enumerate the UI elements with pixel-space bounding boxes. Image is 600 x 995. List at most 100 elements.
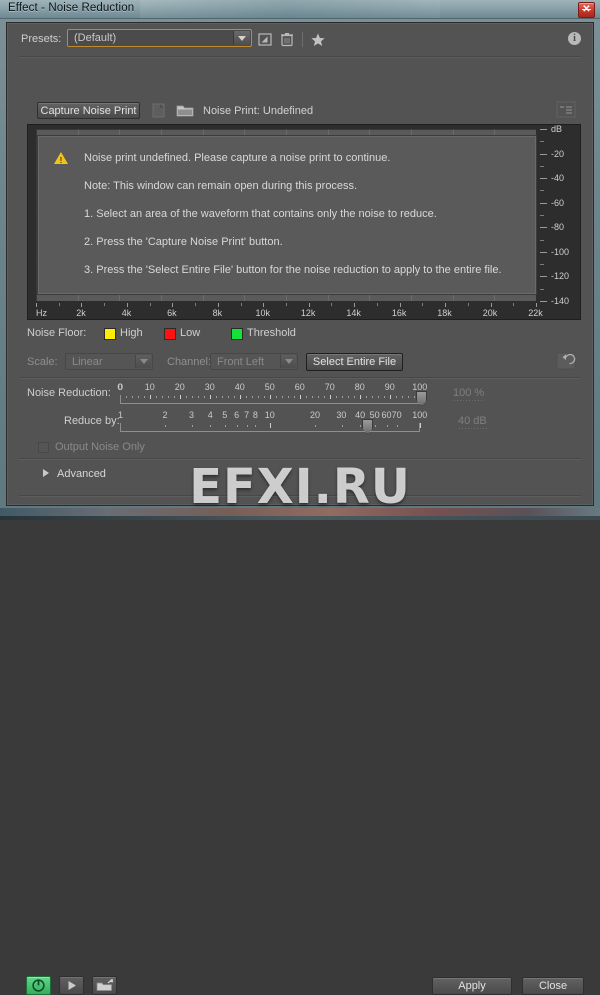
- presets-selected-value: (Default): [74, 32, 117, 44]
- noise-reduction-tick-label: 20: [174, 382, 185, 392]
- hz-tick-label: 12k: [300, 308, 316, 318]
- capture-noise-print-button[interactable]: Capture Noise Print: [37, 102, 140, 119]
- noise-reduction-tick-label: 30: [204, 382, 215, 392]
- save-noise-print-icon: [152, 103, 165, 118]
- message-line-3: 1. Select an area of the waveform that c…: [84, 208, 437, 220]
- channel-dropdown[interactable]: Front Left: [210, 353, 298, 370]
- noise-floor-swatch-high: [104, 328, 116, 340]
- scale-dropdown[interactable]: Linear: [65, 353, 153, 370]
- reduce-by-tick-label: 30: [336, 410, 347, 420]
- noise-reduction-tick-label: 100: [412, 382, 428, 392]
- hz-tick-label: 22k: [528, 308, 543, 318]
- select-entire-file-button[interactable]: Select Entire File: [306, 353, 403, 371]
- noise-reduction-label: Noise Reduction:: [27, 387, 111, 399]
- hz-tick: [354, 303, 356, 307]
- chevron-down-icon: [140, 359, 148, 364]
- db-tick: [540, 202, 547, 204]
- noise-reduction-value[interactable]: 100 %: [453, 387, 485, 401]
- hz-tick-label: Hz: [36, 308, 47, 318]
- hz-tick-label: 10k: [255, 308, 270, 318]
- hz-tick-label: 2k: [76, 308, 86, 318]
- reduce-by-tick-label: 70: [391, 410, 402, 420]
- window-close-button[interactable]: ✕: [578, 2, 595, 18]
- presets-row: Presets: (Default) i: [7, 23, 593, 56]
- preview-play-button[interactable]: [59, 976, 84, 995]
- db-tick: [540, 251, 547, 253]
- reduce-by-tick-label: 100: [412, 410, 428, 420]
- noise-reduction-value-underline: [454, 400, 484, 401]
- hz-tick: [399, 303, 401, 307]
- channel-selected-value: Front Left: [217, 356, 265, 368]
- reduce-by-track[interactable]: [120, 423, 420, 432]
- reduce-by-tick-label: 2: [162, 410, 168, 420]
- noise-floor-label-low: Low: [180, 327, 201, 339]
- favorite-star-button[interactable]: [310, 32, 326, 47]
- panel-menu-button[interactable]: [556, 101, 576, 118]
- db-tick: [540, 301, 547, 302]
- apply-button[interactable]: Apply: [432, 977, 512, 995]
- hz-tick-minor: [58, 303, 60, 306]
- reduce-by-tick-label: 6: [234, 410, 240, 420]
- export-button[interactable]: [92, 976, 117, 995]
- db-tick-label: -100: [551, 246, 570, 257]
- open-noise-print-button[interactable]: [175, 101, 195, 119]
- hz-tick: [172, 303, 174, 307]
- noise-reduction-tick-label: 80: [354, 382, 365, 392]
- panel-menu-icon: [556, 101, 576, 118]
- reduce-by-tick-label: 50: [369, 410, 380, 420]
- message-line-2: Note: This window can remain open during…: [84, 180, 358, 192]
- hz-tick-minor: [240, 303, 242, 306]
- close-button[interactable]: Close: [522, 977, 584, 995]
- output-noise-only-label: Output Noise Only: [55, 441, 145, 453]
- db-tick: [540, 178, 547, 180]
- reduce-by-tick-label: 8: [252, 410, 258, 420]
- effect-dialog-window: Effect - Noise Reduction ✕ Presets: (Def…: [0, 0, 600, 995]
- delete-preset-button[interactable]: [280, 32, 294, 47]
- db-tick-label: -120: [551, 271, 570, 282]
- advanced-section-toggle[interactable]: Advanced: [57, 468, 106, 480]
- divider-scale: [19, 377, 581, 379]
- play-icon: [68, 981, 76, 990]
- power-icon: [32, 979, 45, 992]
- db-tick-label: -20: [551, 148, 565, 159]
- power-toggle-button[interactable]: [26, 976, 51, 995]
- chevron-right-icon[interactable]: [43, 469, 49, 477]
- reduce-by-tick-label: 60: [381, 410, 392, 420]
- window-title: Effect - Noise Reduction: [8, 2, 135, 14]
- hz-tick-minor: [195, 303, 197, 306]
- save-preset-button[interactable]: [257, 32, 273, 47]
- db-tick-label: dB: [551, 124, 563, 134]
- title-bar-texture: [140, 0, 440, 18]
- reduce-by-value[interactable]: 40 dB: [458, 415, 489, 429]
- scale-dropdown-arrow: [135, 355, 151, 368]
- reset-button[interactable]: [556, 352, 576, 370]
- hz-tick-label: 20k: [482, 308, 498, 318]
- info-button[interactable]: i: [568, 32, 581, 45]
- reduce-by-tick: [420, 423, 421, 428]
- noise-reduction-track[interactable]: [120, 395, 420, 404]
- output-noise-only-checkbox[interactable]: [38, 442, 49, 453]
- noise-reduction-value-text: 100 %: [453, 387, 485, 399]
- frequency-axis: Hz 2k 4k 6k 8k 10k 12k 14k 16k 18k 20k 22k: [36, 303, 556, 321]
- noise-floor-label-threshold: Threshold: [247, 327, 296, 339]
- delete-preset-icon: [281, 33, 293, 47]
- save-noise-print-button[interactable]: [150, 101, 167, 119]
- noise-floor-label-high: High: [120, 327, 143, 339]
- db-tick: [540, 129, 547, 130]
- open-noise-print-icon: [176, 105, 194, 117]
- hz-tick-label: 4k: [121, 308, 132, 318]
- presets-dropdown[interactable]: (Default): [67, 29, 252, 47]
- noise-floor-legend: Noise Floor: High Low Threshold: [7, 325, 593, 343]
- scale-selected-value: Linear: [72, 356, 103, 368]
- effect-panel: Presets: (Default) i Capture Noise Print…: [6, 22, 594, 995]
- close-icon: ✕: [582, 4, 591, 15]
- hz-tick-minor: [104, 303, 106, 306]
- db-tick: [540, 276, 547, 278]
- reduce-by-label: Reduce by:: [64, 415, 120, 427]
- divider-advanced: [19, 458, 581, 460]
- scale-label: Scale:: [27, 356, 58, 368]
- reduce-by-tick-label: 40: [355, 410, 366, 420]
- db-tick-minor: [540, 165, 544, 167]
- hz-tick-minor: [513, 303, 515, 306]
- db-tick: [540, 227, 547, 229]
